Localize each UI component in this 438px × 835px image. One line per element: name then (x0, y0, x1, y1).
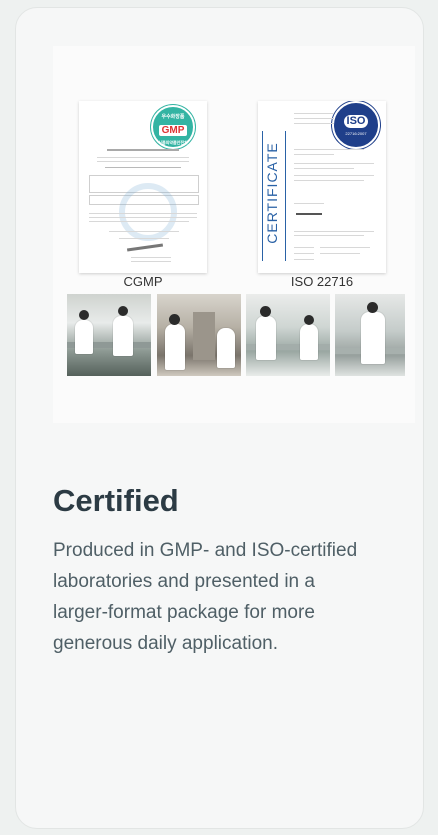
gmp-badge-icon: 우수화장품 GMP 식품의약품안전처 (151, 105, 195, 149)
iso-certificate-image: ISO 22716:2007 CERTIFICATE (258, 101, 386, 273)
lab-photo (67, 294, 151, 376)
certification-media: 우수화장품 GMP 식품의약품안전처 CGMP ISO 22716:2007 C… (53, 46, 415, 423)
section-description: Produced in GMP- and ISO-certified labor… (53, 540, 358, 654)
iso-badge-icon: ISO 22716:2007 (332, 101, 380, 149)
cgmp-label: CGMP (123, 274, 163, 289)
lab-photo (157, 294, 241, 376)
certificate-vertical-title: CERTIFICATE (262, 131, 286, 261)
lab-photo (335, 294, 405, 376)
section-title: Certified (53, 483, 179, 518)
iso-label: ISO 22716 (290, 274, 354, 289)
feature-card: 우수화장품 GMP 식품의약품안전처 CGMP ISO 22716:2007 C… (15, 7, 424, 829)
seal-watermark-icon (119, 183, 177, 241)
lab-photo (246, 294, 330, 376)
cgmp-certificate-image: 우수화장품 GMP 식품의약품안전처 (79, 101, 207, 273)
